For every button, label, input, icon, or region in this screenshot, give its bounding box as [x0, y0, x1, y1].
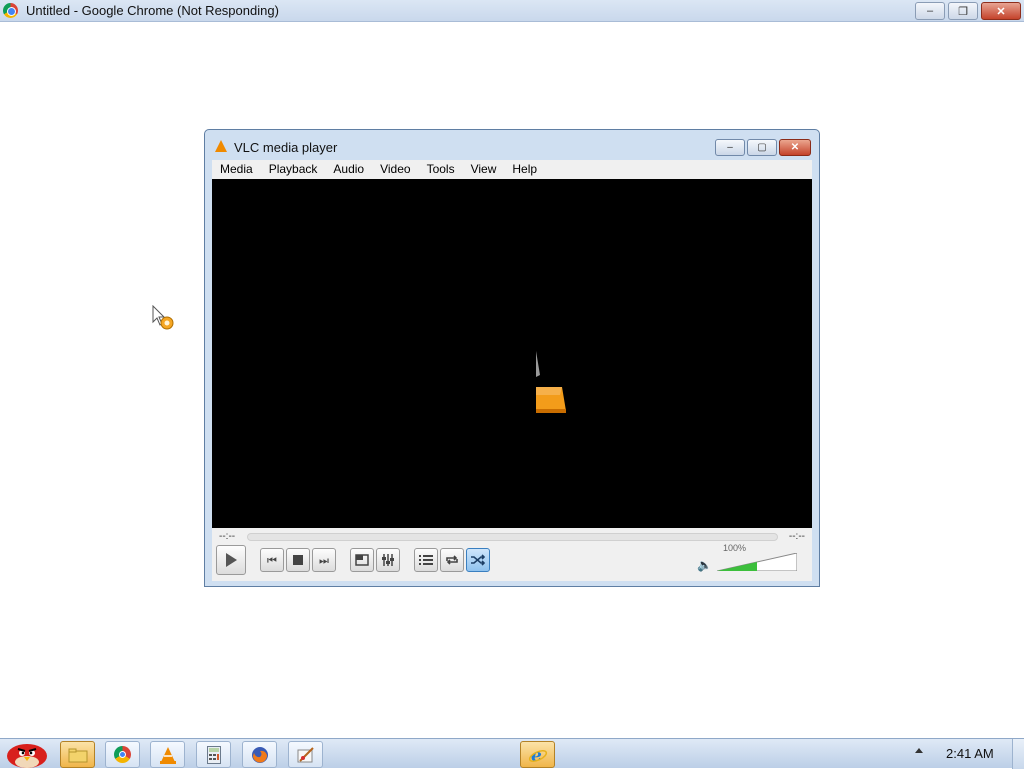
previous-button[interactable]: ⏮ — [260, 548, 284, 572]
paint-icon — [297, 746, 314, 762]
menu-media[interactable]: Media — [212, 160, 261, 179]
stop-icon — [293, 555, 303, 565]
play-button[interactable] — [216, 545, 246, 575]
playlist-icon — [419, 555, 433, 565]
seek-slider[interactable] — [247, 533, 778, 541]
browser-title: Untitled - Google Chrome (Not Responding… — [26, 3, 279, 18]
vlc-window-title: VLC media player — [234, 140, 338, 155]
menu-view[interactable]: View — [463, 160, 505, 179]
start-orb-angry-bird-icon[interactable] — [2, 740, 52, 768]
menu-audio[interactable]: Audio — [325, 160, 372, 179]
vlc-titlebar[interactable]: VLC media player – ▢ ✕ — [205, 130, 819, 160]
vlc-minimize-button[interactable]: – — [715, 139, 745, 156]
vlc-icon — [159, 746, 176, 764]
volume-percent: 100% — [723, 543, 747, 553]
vlc-window[interactable]: VLC media player – ▢ ✕ Media Playback Au… — [204, 129, 820, 587]
fullscreen-icon — [355, 554, 369, 566]
play-icon — [225, 553, 237, 567]
elapsed-time: --:-- — [219, 531, 236, 542]
taskbar-explorer[interactable] — [60, 741, 95, 768]
playback-controls: ⏮ ⏭ 🔈 100% — [212, 543, 812, 581]
taskbar-clock[interactable]: 2:41 AM — [946, 746, 994, 761]
menu-playback[interactable]: Playback — [261, 160, 326, 179]
calculator-icon — [206, 745, 221, 764]
extended-settings-button[interactable] — [376, 548, 400, 572]
volume-control: 🔈 100% — [697, 543, 807, 574]
fullscreen-button[interactable] — [350, 548, 374, 572]
browser-minimize-button[interactable]: – — [915, 2, 945, 20]
folder-icon — [68, 748, 87, 762]
browser-restore-button[interactable]: ❐ — [948, 2, 978, 20]
shuffle-icon — [471, 554, 486, 566]
equalizer-icon — [382, 554, 394, 566]
taskbar-calculator[interactable] — [196, 741, 231, 768]
internet-explorer-icon: e — [528, 746, 547, 764]
next-button[interactable]: ⏭ — [312, 548, 336, 572]
taskbar-internet-explorer[interactable]: e — [520, 741, 555, 768]
busy-cursor-icon — [152, 305, 174, 330]
stop-button[interactable] — [286, 548, 310, 572]
total-time: --:-- — [788, 531, 805, 542]
taskbar-firefox[interactable] — [242, 741, 277, 768]
browser-titlebar[interactable]: Untitled - Google Chrome (Not Responding… — [0, 0, 1024, 22]
next-icon: ⏭ — [319, 553, 329, 567]
chrome-logo-icon — [3, 3, 18, 18]
previous-icon: ⏮ — [267, 553, 277, 567]
taskbar-chrome[interactable] — [105, 741, 140, 768]
show-hidden-icons-icon[interactable] — [915, 748, 923, 753]
volume-slider[interactable] — [717, 553, 797, 571]
random-button[interactable] — [466, 548, 490, 572]
video-display[interactable] — [212, 179, 812, 528]
menu-video[interactable]: Video — [372, 160, 418, 179]
vlc-cone-icon — [215, 140, 227, 152]
browser-close-button[interactable]: ✕ — [981, 2, 1021, 20]
taskbar-vlc[interactable] — [150, 741, 185, 768]
vlc-maximize-button[interactable]: ▢ — [747, 139, 777, 156]
vlc-close-button[interactable]: ✕ — [779, 139, 811, 156]
speaker-icon[interactable]: 🔈 — [697, 558, 712, 572]
firefox-icon — [251, 746, 268, 763]
menu-tools[interactable]: Tools — [419, 160, 463, 179]
taskbar-paint[interactable] — [288, 741, 323, 768]
taskbar: e 2:41 AM — [0, 738, 1024, 769]
vlc-client-area: Media Playback Audio Video Tools View He… — [212, 160, 812, 581]
playlist-button[interactable] — [414, 548, 438, 572]
vlc-menubar: Media Playback Audio Video Tools View He… — [212, 160, 812, 179]
vlc-cone-logo-icon — [536, 351, 566, 413]
seek-row: --:-- --:-- — [212, 530, 812, 546]
chrome-icon — [114, 746, 131, 763]
show-desktop-button[interactable] — [1012, 739, 1024, 769]
menu-help[interactable]: Help — [504, 160, 545, 179]
loop-icon — [446, 555, 458, 565]
loop-button[interactable] — [440, 548, 464, 572]
